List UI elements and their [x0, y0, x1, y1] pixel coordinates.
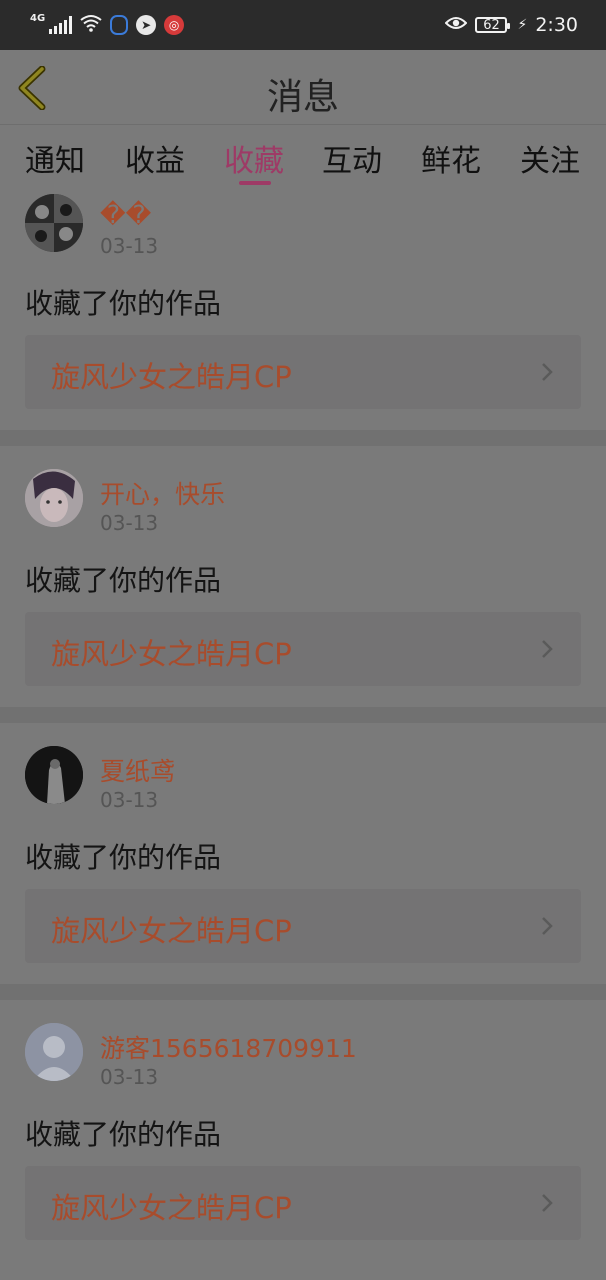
timestamp: 03-13	[100, 788, 159, 812]
avatar[interactable]	[25, 746, 83, 804]
active-tab-indicator	[239, 181, 271, 185]
action-text: 收藏了你的作品	[25, 287, 222, 320]
signal-icon	[49, 16, 73, 34]
eye-icon	[445, 14, 468, 36]
app-icon-3: ◎	[164, 15, 185, 35]
work-title: 旋风少女之皓月CP	[51, 914, 292, 948]
tab-follow[interactable]: 关注	[510, 136, 590, 180]
tab-bar: 通知 收益 收藏 互动 鲜花 关注	[0, 124, 606, 186]
work-link[interactable]: 旋风少女之皓月CP	[25, 889, 581, 963]
chevron-right-icon	[542, 917, 553, 935]
username[interactable]: ��	[100, 200, 151, 229]
tab-interaction[interactable]: 互动	[312, 136, 392, 180]
work-link[interactable]: 旋风少女之皓月CP	[25, 1166, 581, 1240]
chevron-right-icon	[542, 640, 553, 658]
tab-flowers[interactable]: 鲜花	[411, 136, 491, 180]
app-icon-2: ➤	[136, 15, 157, 35]
action-text: 收藏了你的作品	[25, 1118, 222, 1151]
chevron-right-icon	[542, 1194, 553, 1212]
list-item: 游客1565618709911 03-13 收藏了你的作品 旋风少女之皓月CP	[0, 1000, 606, 1280]
username[interactable]: 开心，快乐	[100, 475, 225, 511]
app-icon-1	[110, 15, 129, 35]
tab-favorites[interactable]: 收藏	[214, 136, 294, 180]
timestamp: 03-13	[100, 234, 159, 258]
work-link[interactable]: 旋风少女之皓月CP	[25, 612, 581, 686]
status-bar-right: 62 ⚡ 2:30	[445, 12, 578, 38]
status-bar: 4G ➤ ◎ 62 ⚡ 2:30	[0, 0, 606, 50]
divider	[0, 984, 606, 1000]
charging-icon: ⚡	[517, 17, 528, 33]
avatar[interactable]	[25, 194, 83, 252]
work-title: 旋风少女之皓月CP	[51, 1191, 292, 1225]
page-title: 消息	[266, 77, 339, 118]
network-type: 4G	[30, 12, 46, 24]
list-item: 开心，快乐 03-13 收藏了你的作品 旋风少女之皓月CP	[0, 446, 606, 706]
avatar[interactable]	[25, 1023, 83, 1081]
action-text: 收藏了你的作品	[25, 564, 222, 597]
divider	[0, 430, 606, 446]
username[interactable]: 夏纸鸢	[100, 752, 175, 788]
list-item: 夏纸鸢 03-13 收藏了你的作品 旋风少女之皓月CP	[0, 723, 606, 983]
timestamp: 03-13	[100, 1065, 159, 1089]
tab-earnings[interactable]: 收益	[115, 136, 195, 180]
work-title: 旋风少女之皓月CP	[51, 360, 292, 394]
work-link[interactable]: 旋风少女之皓月CP	[25, 335, 581, 409]
divider	[0, 707, 606, 723]
timestamp: 03-13	[100, 511, 159, 535]
work-title: 旋风少女之皓月CP	[51, 637, 292, 671]
chevron-right-icon	[542, 363, 553, 381]
list-item: �� 03-13 收藏了你的作品 旋风少女之皓月CP	[0, 186, 606, 446]
battery-icon: 62	[475, 17, 511, 33]
tab-notifications[interactable]: 通知	[15, 136, 95, 180]
action-text: 收藏了你的作品	[25, 841, 222, 874]
battery-level: 62	[483, 17, 500, 33]
avatar[interactable]	[25, 469, 83, 527]
header: 消息	[0, 50, 606, 125]
wifi-icon	[80, 14, 102, 36]
clock: 2:30	[535, 14, 578, 36]
username[interactable]: 游客1565618709911	[100, 1029, 357, 1065]
status-bar-left: 4G ➤ ◎	[30, 12, 185, 38]
